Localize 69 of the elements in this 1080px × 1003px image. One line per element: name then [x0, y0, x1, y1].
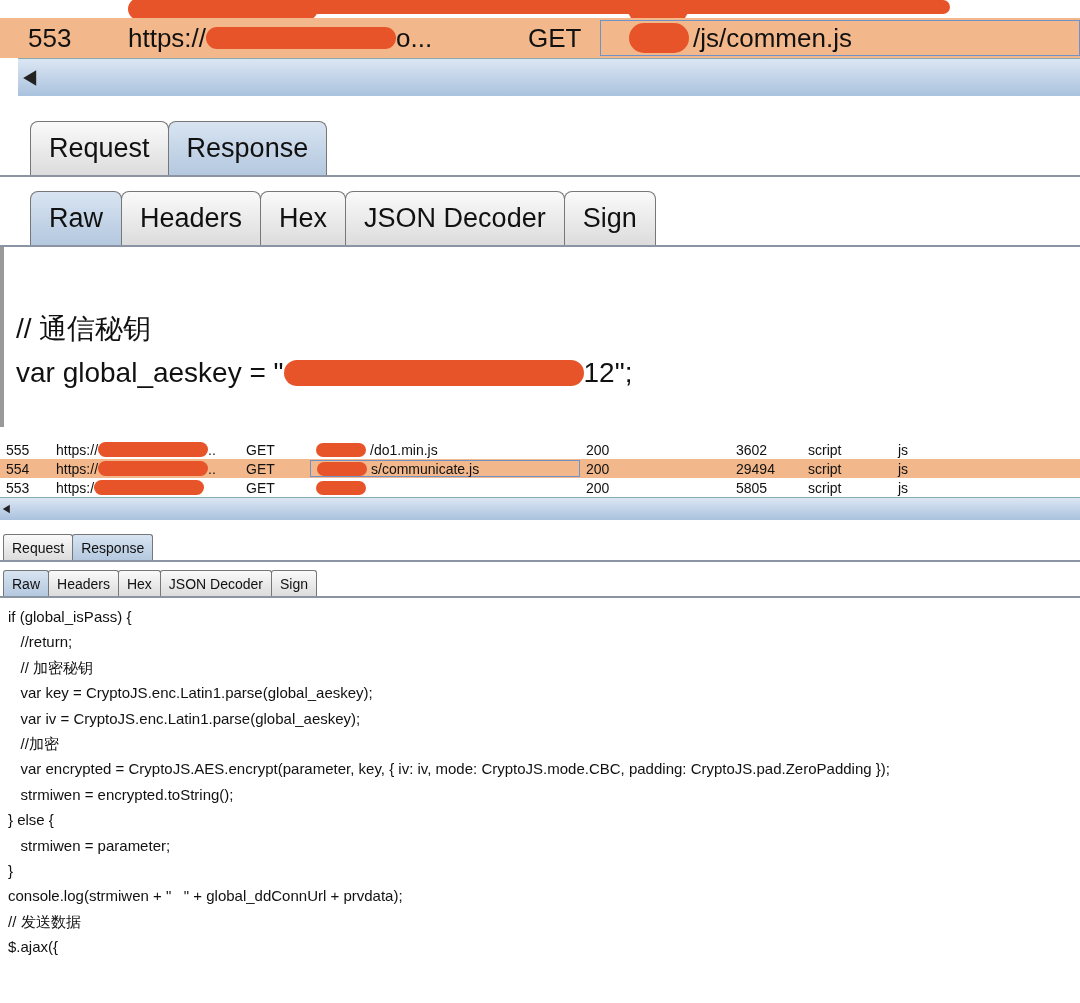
code-line: } else {	[8, 810, 54, 831]
mime-text: script	[808, 479, 842, 496]
tab[interactable]: JSON Decoder	[345, 191, 565, 245]
method-text: GET	[246, 460, 275, 477]
mime-text: script	[808, 441, 842, 458]
code-line: $.ajax({	[8, 937, 59, 958]
length-text: 5805	[736, 479, 768, 496]
url-text: https://	[56, 441, 99, 458]
code-line: 12";	[583, 356, 633, 390]
length-text: 29494	[736, 460, 775, 477]
redaction-scribble	[316, 480, 366, 495]
status-text: 200	[586, 479, 610, 496]
url-text: https://	[128, 22, 207, 54]
url-text: https:/	[56, 479, 95, 496]
redaction-scribble	[317, 461, 367, 476]
tab[interactable]: Request	[30, 121, 169, 175]
number-text: 553	[28, 22, 72, 54]
code-line: // 加密秘钥	[19, 657, 93, 678]
code-line: //return;	[19, 632, 73, 653]
number-text: 554	[6, 460, 30, 477]
tab[interactable]: Sign	[563, 191, 656, 245]
method-text: GET	[528, 22, 582, 54]
url-text: o...	[396, 22, 433, 54]
code-line: var key = CryptoJS.enc.Latin1.parse(global_aeskey);	[19, 683, 373, 704]
code-line: var iv = CryptoJS.enc.Latin1.parse(global_aeskey);	[19, 708, 361, 729]
tab[interactable]: Raw	[3, 570, 49, 596]
horizontal-scrollbar[interactable]	[0, 497, 1080, 520]
redaction-scribble	[316, 442, 366, 457]
code-line: strmiwen = parameter;	[19, 835, 171, 856]
tab[interactable]: Headers	[48, 570, 119, 596]
status-text: 200	[586, 460, 610, 477]
request-row[interactable]: 554 https:// .. GET s/communicate.js 200 29494 script js	[0, 459, 1080, 478]
code-line: if (global_isPass) {	[8, 607, 132, 627]
tab[interactable]: Headers	[121, 191, 262, 245]
path-text: /js/commen.js	[693, 22, 852, 54]
tab[interactable]: Hex	[260, 191, 347, 245]
extension-text: js	[898, 479, 909, 496]
tab[interactable]: Sign	[271, 570, 318, 596]
code-line: }	[8, 861, 13, 882]
path-text: /do1.min.js	[370, 441, 438, 458]
code-line: var global_aeskey = "	[16, 356, 284, 390]
code-line: //加密	[19, 734, 59, 755]
length-text: 3602	[736, 441, 768, 458]
method-text: GET	[246, 479, 275, 496]
tab[interactable]: Hex	[117, 570, 161, 596]
url-text: ..	[208, 441, 216, 458]
tab[interactable]: Response	[72, 534, 154, 560]
method-text: GET	[246, 441, 275, 458]
code-line: strmiwen = encrypted.toString();	[19, 784, 234, 805]
extension-text: js	[898, 460, 909, 477]
request-row[interactable]: 553 https:// o... GET /js/commen.js	[0, 18, 1080, 58]
number-text: 553	[6, 479, 30, 496]
code-line: // 发送数据	[8, 911, 81, 932]
extension-text: js	[898, 441, 909, 458]
code-line: // 通信秘钥	[16, 312, 152, 346]
tab[interactable]: Response	[167, 121, 328, 175]
horizontal-scrollbar[interactable]	[18, 58, 1080, 96]
url-text: https://	[56, 460, 99, 477]
url-text: ..	[208, 460, 216, 477]
status-text: 200	[586, 441, 610, 458]
tab[interactable]: Request	[3, 534, 74, 560]
path-text: s/communicate.js	[371, 460, 480, 477]
redaction-scribble	[629, 23, 689, 53]
tab[interactable]: Raw	[30, 191, 122, 245]
tab[interactable]: JSON Decoder	[159, 570, 272, 596]
code-line: console.log(strmiwen + " " + global_ddConnUrl + prvdata);	[8, 886, 403, 907]
code-line: var encrypted = CryptoJS.AES.encrypt(parameter, key, { iv: iv, mode: CryptoJS.mode.CBC, padding: CryptoJS.pad.ZeroPadding });	[19, 759, 890, 780]
number-text: 555	[6, 441, 30, 458]
mime-text: script	[808, 460, 842, 477]
